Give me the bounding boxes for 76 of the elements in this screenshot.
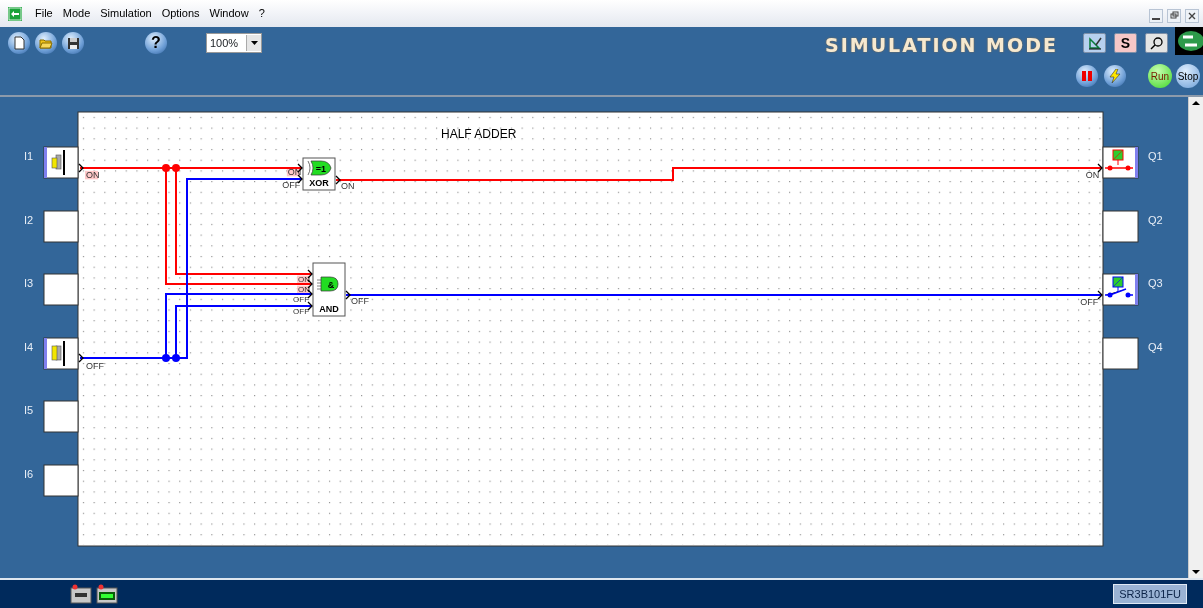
stop-button[interactable]: Stop <box>1176 64 1200 88</box>
menu-item[interactable]: Window <box>204 5 254 22</box>
xor-gate-block[interactable]: =1 XOR <box>302 157 336 191</box>
input-label: I5 <box>24 404 34 416</box>
junction-dot <box>172 354 180 362</box>
pushbutton-input[interactable] <box>43 146 79 179</box>
and-gate-block[interactable]: & AND <box>312 262 346 317</box>
junction-dot <box>162 354 170 362</box>
pause-icon <box>1081 70 1093 82</box>
caret-icon <box>250 41 258 45</box>
model-label: SR3B101FU <box>1113 583 1187 605</box>
state-label: ON <box>286 167 302 177</box>
drafting-icon <box>1087 36 1102 50</box>
run-button[interactable]: Run <box>1148 64 1172 88</box>
output-label: Q2 <box>1148 214 1163 226</box>
input-slot[interactable] <box>43 210 79 243</box>
menu-item[interactable]: Simulation <box>95 5 157 22</box>
output-relay[interactable] <box>1102 273 1139 306</box>
brand-logo-icon <box>1175 27 1203 55</box>
menu-item[interactable]: ? <box>253 5 270 22</box>
state-label: OFF <box>1080 297 1099 307</box>
search-icon <box>1149 36 1164 50</box>
pushbutton-input[interactable] <box>43 337 79 370</box>
mode-title: SIMULATION MODE <box>825 36 1058 55</box>
menu-item[interactable]: Mode <box>57 5 96 22</box>
save-button[interactable] <box>62 32 84 54</box>
input-slot[interactable] <box>43 400 79 433</box>
input-label: I4 <box>24 341 34 353</box>
document-icon <box>12 36 26 50</box>
edit-button[interactable] <box>1083 33 1106 53</box>
state-label: ON <box>1085 170 1100 180</box>
output-label: Q1 <box>1148 150 1163 162</box>
input-slot[interactable] <box>43 273 79 306</box>
pause-button[interactable] <box>1076 65 1098 87</box>
state-label: OFF <box>293 295 310 304</box>
restore-icon <box>1169 11 1179 21</box>
state-label: ON <box>85 170 100 180</box>
open-button[interactable] <box>35 32 57 54</box>
output-label: Q3 <box>1148 277 1163 289</box>
close-button[interactable] <box>1185 9 1199 23</box>
minimize-button[interactable] <box>1149 9 1163 23</box>
menu-item[interactable]: Options <box>156 5 205 22</box>
restore-button[interactable] <box>1167 9 1181 23</box>
output-slot[interactable] <box>1102 337 1139 370</box>
diagram-title: HALF ADDER <box>441 127 517 141</box>
junction-dot <box>172 164 180 172</box>
module-icon <box>70 584 92 604</box>
app-logo-icon <box>8 7 22 22</box>
search-button[interactable] <box>1145 33 1168 53</box>
output-relay[interactable] <box>1102 146 1139 179</box>
help-button[interactable]: ? <box>145 32 167 54</box>
close-icon <box>1187 11 1197 21</box>
menu-item[interactable]: File <box>30 5 58 22</box>
s-button[interactable]: S <box>1114 33 1137 53</box>
state-label: OFF <box>282 180 301 190</box>
folder-icon <box>39 36 53 50</box>
junction-dot <box>162 164 170 172</box>
output-label: Q4 <box>1148 341 1163 353</box>
state-label: ON <box>341 181 355 191</box>
zoom-dropdown[interactable]: 100% <box>206 33 262 53</box>
scrollbar[interactable] <box>1188 97 1203 578</box>
input-slot[interactable] <box>43 464 79 497</box>
state-label: OFF <box>293 307 310 316</box>
state-label: OFF <box>86 361 104 371</box>
input-label: I6 <box>24 468 34 480</box>
display-module-icon <box>96 584 118 604</box>
state-label: ON <box>297 275 311 284</box>
new-button[interactable] <box>8 32 30 54</box>
input-label: I2 <box>24 214 34 226</box>
input-label: I1 <box>24 150 34 162</box>
power-button[interactable] <box>1104 65 1126 87</box>
output-slot[interactable] <box>1102 210 1139 243</box>
state-label: OFF <box>351 296 369 306</box>
lightning-icon <box>1109 69 1121 83</box>
state-label: ON <box>297 285 311 294</box>
input-label: I3 <box>24 277 34 289</box>
